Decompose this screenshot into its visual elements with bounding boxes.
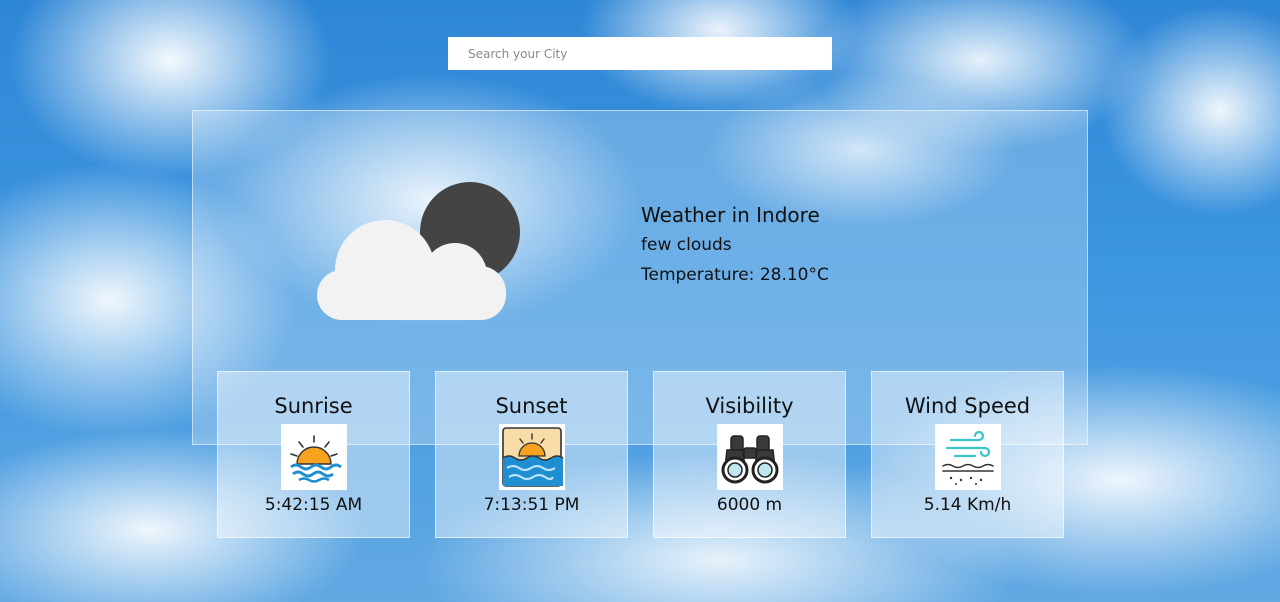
sunrise-title: Sunrise <box>274 394 353 418</box>
wind-speed-value: 5.14 Km/h <box>923 495 1012 515</box>
sunrise-tile: Sunrise 5:42:15 AM <box>217 371 410 538</box>
binoculars-icon <box>717 424 783 490</box>
visibility-value: 6000 m <box>716 495 783 515</box>
weather-description: few clouds <box>641 235 732 255</box>
wind-icon <box>935 424 1001 490</box>
visibility-tile: Visibility 6000 m <box>653 371 846 538</box>
cloud-moon-icon <box>315 180 525 322</box>
temperature-readout: Temperature: 28.10°C <box>641 265 829 285</box>
sunset-value: 7:13:51 PM <box>483 495 580 515</box>
sunrise-value: 5:42:15 AM <box>264 495 363 515</box>
wind-speed-tile: Wind Speed 5.14 Km/h <box>871 371 1064 538</box>
sunset-title: Sunset <box>495 394 568 418</box>
wind-speed-title: Wind Speed <box>904 394 1031 418</box>
sunset-icon <box>499 424 565 490</box>
search-input[interactable] <box>448 37 832 70</box>
weather-info: Weather in Indore few clouds Temperature… <box>641 200 829 290</box>
sunrise-icon <box>281 424 347 490</box>
visibility-title: Visibility <box>705 394 794 418</box>
sunset-tile: Sunset 7:13:51 PM <box>435 371 628 538</box>
city-title: Weather in Indore <box>641 203 820 227</box>
